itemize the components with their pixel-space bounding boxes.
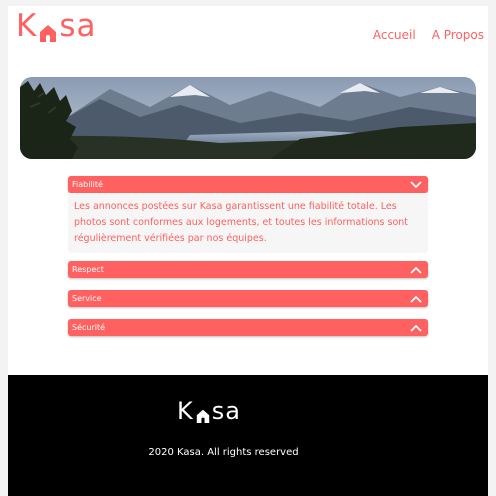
logo-letter-k: K	[177, 397, 194, 425]
chevron-up-icon[interactable]	[410, 295, 422, 303]
footer-logo: K sa	[177, 399, 241, 423]
collapse-list: Fiabilité Les annonces postées sur Kasa …	[68, 176, 428, 336]
collapse-title: Service	[72, 294, 102, 303]
page: K sa Accueil A Propos Fiabilité Les anno…	[8, 6, 488, 496]
collapse-securite: Sécurité	[68, 319, 428, 336]
house-icon	[196, 404, 210, 423]
nav-link-home[interactable]: Accueil	[373, 28, 416, 42]
logo-letters-sa: sa	[211, 397, 241, 425]
header: K sa Accueil A Propos	[16, 6, 486, 66]
collapse-title: Fiabilité	[72, 180, 103, 189]
nav-link-about[interactable]: A Propos	[432, 28, 484, 42]
collapse-content-fiabilite: Les annonces postées sur Kasa garantisse…	[68, 193, 428, 253]
collapse-header-fiabilite[interactable]: Fiabilité	[68, 176, 428, 193]
collapse-service: Service	[68, 290, 428, 307]
logo-letter-k: K	[16, 8, 38, 44]
collapse-header-service[interactable]: Service	[68, 290, 428, 307]
about-banner	[20, 77, 476, 159]
collapse-header-respect[interactable]: Respect	[68, 261, 428, 278]
chevron-up-icon[interactable]	[410, 266, 422, 274]
footer: K sa 2020 Kasa. All rights reserved	[8, 375, 488, 496]
logo-letters-sa: sa	[59, 8, 97, 44]
collapse-fiabilite: Fiabilité Les annonces postées sur Kasa …	[68, 176, 428, 253]
collapse-title: Sécurité	[72, 323, 106, 332]
chevron-down-icon[interactable]	[410, 181, 422, 189]
collapse-header-securite[interactable]: Sécurité	[68, 319, 428, 336]
collapse-title: Respect	[72, 265, 104, 274]
footer-copyright: 2020 Kasa. All rights reserved	[148, 447, 299, 458]
house-icon	[39, 18, 57, 42]
main-nav: Accueil A Propos	[373, 28, 484, 42]
mountain-landscape-image	[20, 77, 476, 159]
chevron-up-icon[interactable]	[410, 324, 422, 332]
kasa-logo[interactable]: K sa	[16, 11, 97, 42]
collapse-respect: Respect	[68, 261, 428, 278]
